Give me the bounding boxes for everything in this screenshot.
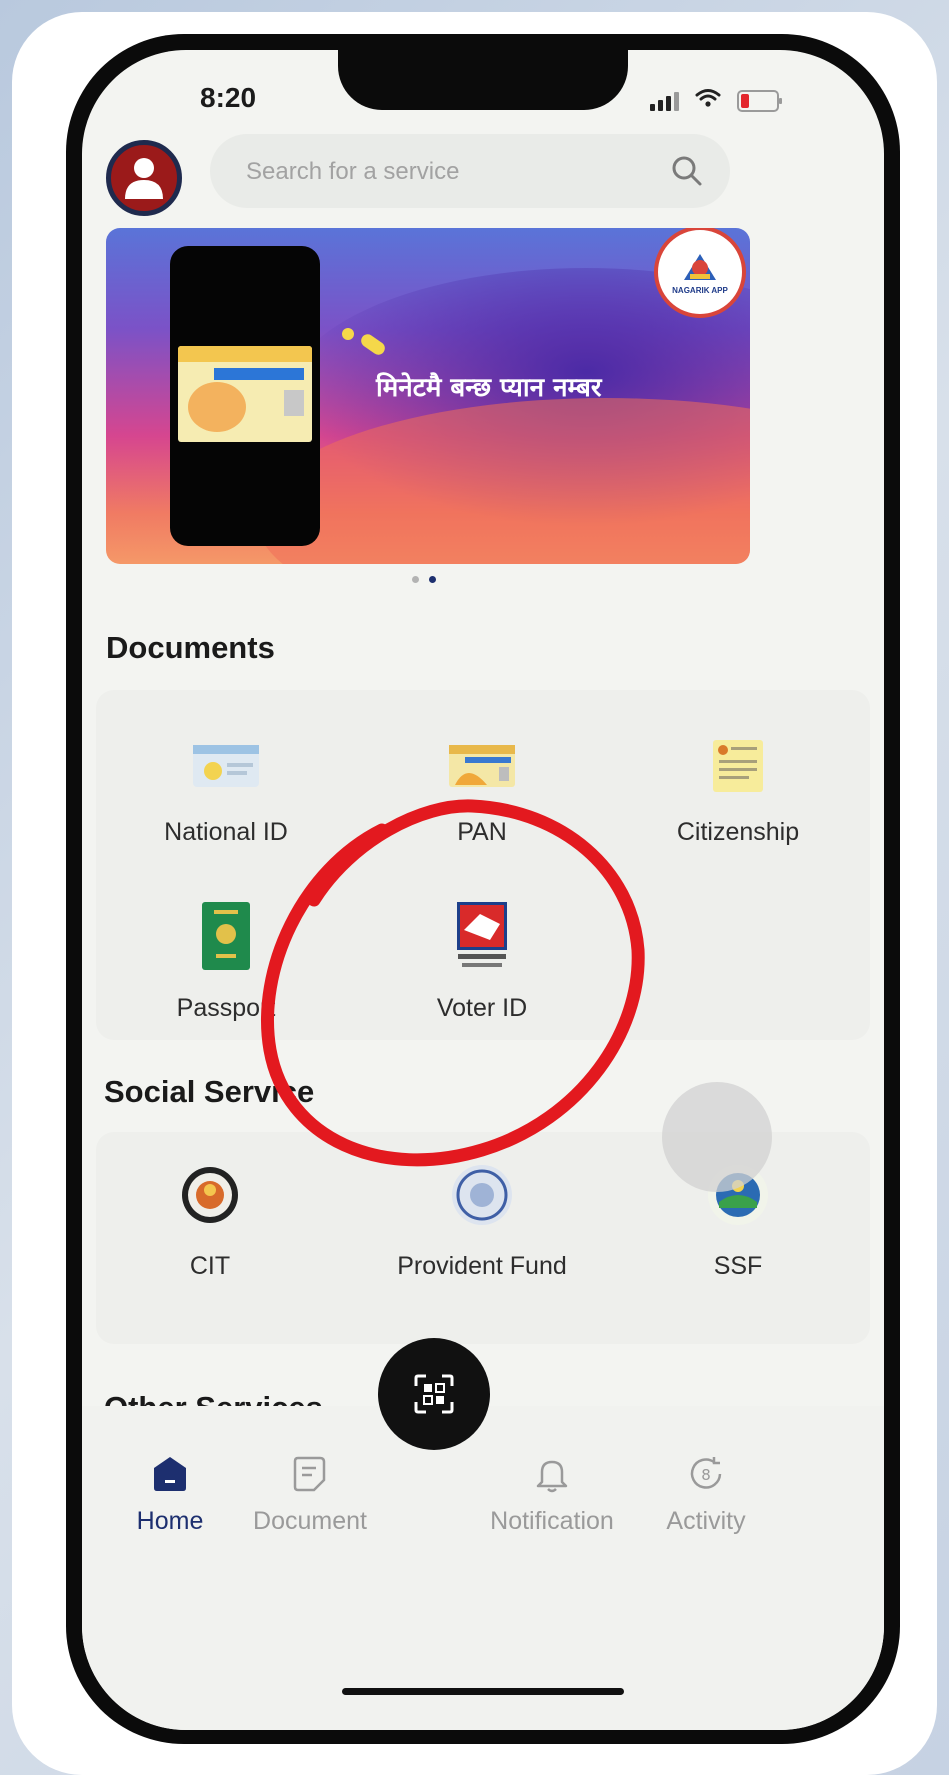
service-cit[interactable]: CIT — [100, 1160, 320, 1281]
carousel-indicator[interactable] — [412, 576, 436, 583]
election-commission-icon — [457, 902, 507, 967]
passport-icon — [202, 902, 250, 970]
document-icon — [293, 1456, 326, 1492]
promo-banner[interactable]: मिनेटमै बन्छ प्यान नम्बर NAGARIK APP — [106, 228, 750, 564]
pan-card-icon — [449, 745, 515, 787]
notch — [338, 50, 628, 110]
national-id-icon — [193, 745, 259, 787]
svg-text:8: 8 — [701, 1466, 711, 1484]
cit-logo-icon — [182, 1167, 238, 1223]
document-pan[interactable]: PAN — [372, 736, 592, 847]
documents-title: Documents — [106, 630, 275, 665]
search-bar[interactable] — [210, 134, 730, 210]
qr-scan-icon — [414, 1374, 454, 1414]
tab-activity[interactable]: 8 Activity — [636, 1454, 776, 1536]
nagarik-app-logo: NAGARIK APP — [654, 228, 746, 318]
home-indicator[interactable] — [342, 1688, 624, 1695]
home-icon — [154, 1457, 186, 1491]
pan-card-image — [178, 346, 312, 442]
tab-document[interactable]: Document — [240, 1454, 380, 1536]
status-time: 8:20 — [200, 82, 257, 113]
citizenship-certificate-icon — [713, 740, 763, 792]
banner-headline: मिनेटमै बन्छ प्यान नम्बर — [376, 373, 602, 403]
search-icon[interactable] — [668, 152, 706, 190]
document-voter-id[interactable]: Voter ID — [372, 900, 592, 1023]
tab-home[interactable]: Home — [100, 1454, 240, 1536]
document-passport[interactable]: Passport — [116, 900, 336, 1023]
app-screen: 8:20 मिनेटमै बन्छ प्यान नम् — [82, 50, 884, 1730]
status-icons — [650, 88, 782, 114]
social-service-title: Social Service — [104, 1074, 315, 1109]
emblem-icon — [684, 253, 716, 280]
signal-icon — [650, 91, 679, 111]
document-citizenship[interactable]: Citizenship — [628, 736, 848, 847]
battery-icon — [737, 90, 782, 112]
profile-avatar[interactable] — [106, 140, 182, 216]
service-provident-fund[interactable]: Provident Fund — [372, 1160, 592, 1281]
carousel-dot-active[interactable] — [429, 576, 436, 583]
scan-button[interactable] — [378, 1338, 490, 1450]
search-input[interactable] — [244, 134, 668, 210]
provident-fund-logo-icon — [452, 1165, 512, 1225]
banner-phone-image — [170, 246, 320, 546]
user-icon — [125, 158, 163, 199]
document-national-id[interactable]: National ID — [116, 736, 336, 847]
floating-assistive-button[interactable] — [662, 1082, 772, 1192]
bell-icon — [536, 1460, 568, 1493]
tab-notification[interactable]: Notification — [472, 1454, 632, 1536]
activity-icon: 8 — [690, 1457, 722, 1489]
wifi-icon — [695, 88, 721, 114]
carousel-dot[interactable] — [412, 576, 419, 583]
